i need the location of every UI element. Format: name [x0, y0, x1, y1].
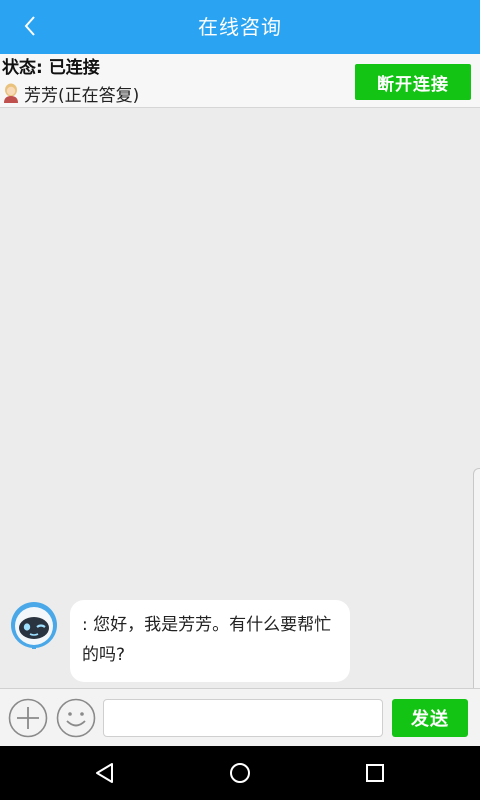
screen: 在线咨询 状态: 已连接 芳芳 (正在答复) 断开连接: 您好，我是芳芳。有什… [0, 0, 480, 800]
chat-area[interactable]: : 您好，我是芳芳。有什么要帮忙的吗? [0, 108, 480, 716]
emoji-button[interactable] [56, 698, 96, 738]
agent-info: 芳芳 (正在答复) [2, 82, 140, 106]
nav-back-icon [96, 763, 113, 783]
system-home-button[interactable] [220, 753, 260, 793]
user-avatar-icon [4, 83, 18, 103]
disconnect-button[interactable]: 断开连接 [355, 64, 471, 100]
nav-recent-apps-icon [366, 764, 384, 782]
agent-state: (正在答复) [58, 85, 140, 106]
robot-avatar-icon [11, 602, 57, 649]
add-attachment-button[interactable] [8, 698, 48, 738]
nav-home-icon [230, 763, 250, 783]
message-bubble: : 您好，我是芳芳。有什么要帮忙的吗? [70, 600, 350, 682]
agent-name: 芳芳 [24, 85, 58, 106]
system-recent-apps-button[interactable] [355, 753, 395, 793]
app-bar: 在线咨询 [0, 0, 480, 54]
plus-circle-icon [8, 698, 48, 738]
smiley-icon [56, 698, 96, 738]
message-input[interactable] [103, 699, 383, 737]
system-nav-bar [0, 746, 480, 800]
input-bar: 发送 [0, 688, 480, 746]
side-drawer-handle[interactable] [473, 468, 480, 716]
connection-status: 状态: 已连接 [2, 58, 100, 78]
status-strip: 状态: 已连接 芳芳 (正在答复) 断开连接 [0, 54, 480, 108]
system-back-button[interactable] [85, 753, 125, 793]
page-title: 在线咨询 [198, 15, 282, 39]
send-button[interactable]: 发送 [392, 699, 468, 737]
